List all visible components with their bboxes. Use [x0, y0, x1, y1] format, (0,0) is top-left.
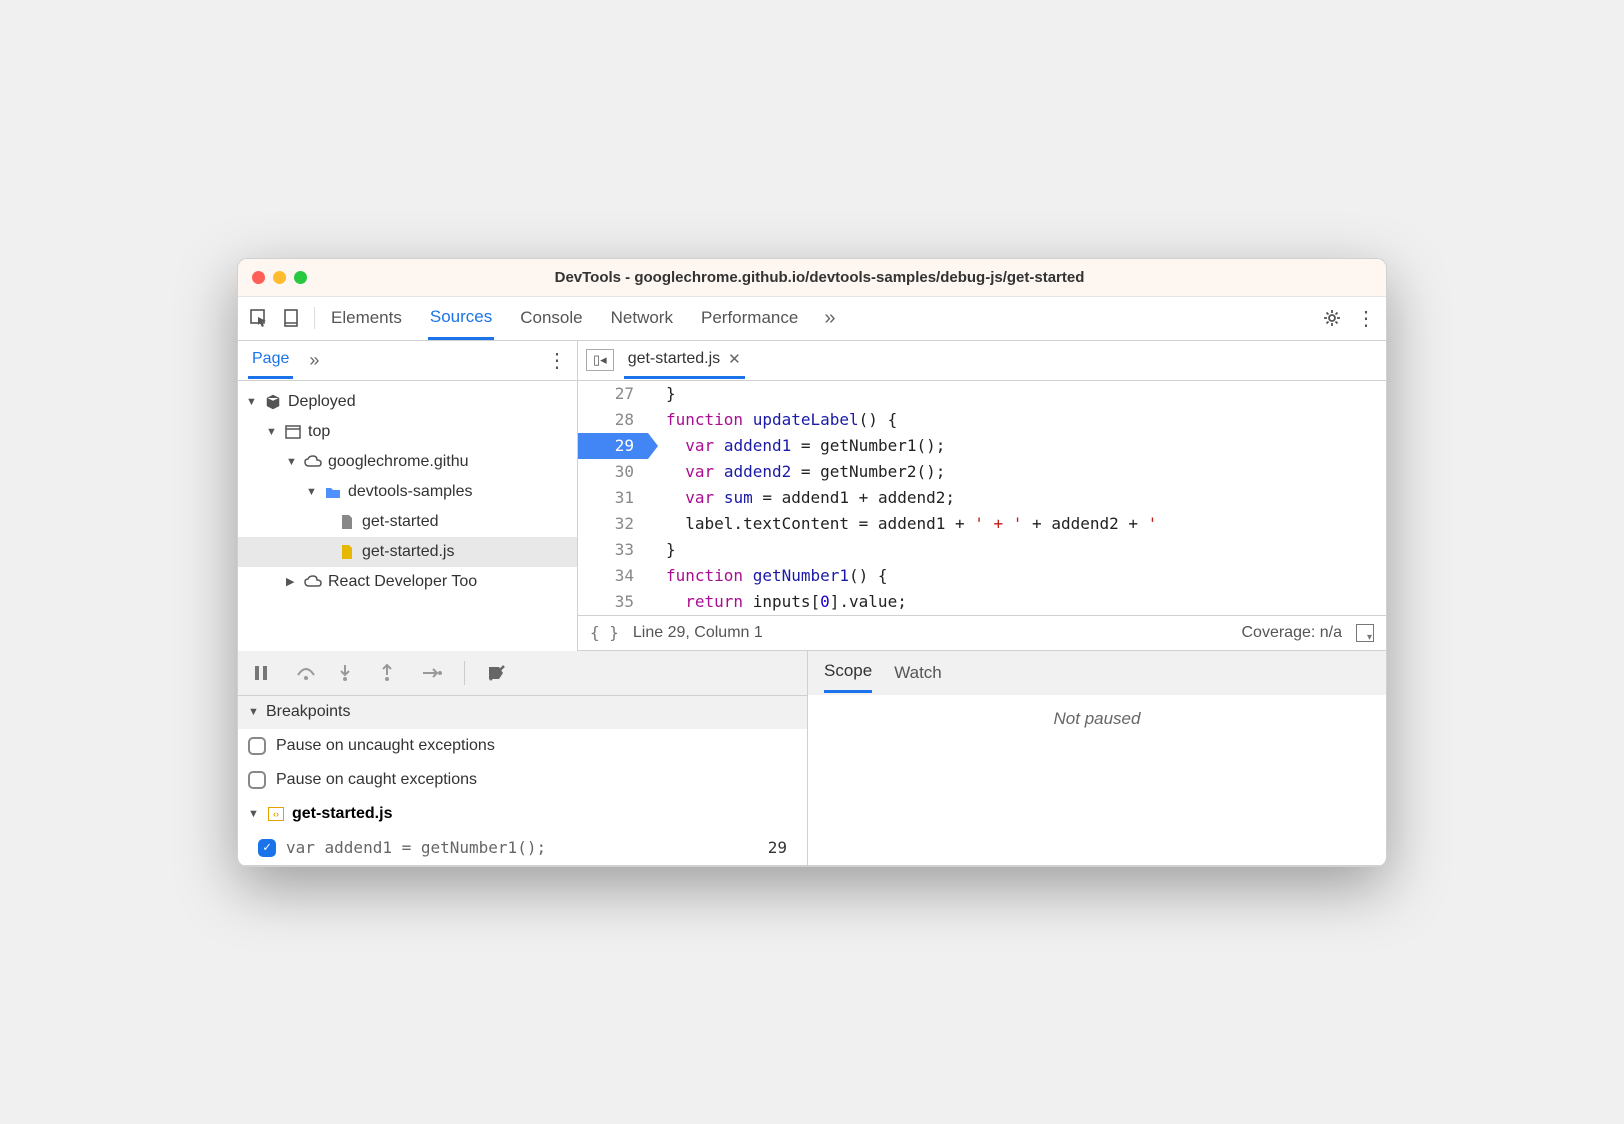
- tab-console[interactable]: Console: [518, 298, 584, 338]
- tree-folder[interactable]: ▼ devtools-samples: [238, 477, 577, 507]
- kebab-menu-icon[interactable]: ⋮: [1356, 306, 1376, 331]
- tab-network[interactable]: Network: [609, 298, 675, 338]
- file-tree: ▼ Deployed ▼ top ▼ googlechrome.githu ▼: [238, 381, 577, 603]
- js-file-icon: [338, 544, 356, 560]
- tab-performance[interactable]: Performance: [699, 298, 800, 338]
- tree-deployed[interactable]: ▼ Deployed: [238, 387, 577, 417]
- step-icon[interactable]: [422, 666, 442, 680]
- checkbox-unchecked[interactable]: [248, 771, 266, 789]
- devtools-window: DevTools - googlechrome.github.io/devtoo…: [237, 258, 1387, 867]
- scope-tab[interactable]: Scope: [824, 652, 872, 693]
- tree-origin[interactable]: ▼ googlechrome.githu: [238, 447, 577, 477]
- frame-icon: [284, 425, 302, 439]
- debugger-pane: ▼ Breakpoints Pause on uncaught exceptio…: [238, 651, 1386, 866]
- cube-icon: [264, 394, 282, 410]
- minimize-window-button[interactable]: [273, 271, 286, 284]
- file-tab[interactable]: get-started.js ✕: [624, 342, 745, 379]
- maximize-window-button[interactable]: [294, 271, 307, 284]
- editor-statusbar: { } Line 29, Column 1 Coverage: n/a: [578, 615, 1386, 651]
- inspect-element-icon[interactable]: [248, 307, 270, 329]
- more-tabs-icon[interactable]: »: [824, 307, 835, 330]
- more-navigator-tabs-icon[interactable]: »: [309, 350, 319, 371]
- navigator-sidebar: Page » ⋮ ▼ Deployed ▼ top ▼ goog: [238, 341, 578, 651]
- tab-elements[interactable]: Elements: [329, 298, 404, 338]
- breakpoint-file-row[interactable]: ▼ ‹› get-started.js: [238, 797, 807, 831]
- cloud-icon: [304, 455, 322, 469]
- page-tab[interactable]: Page: [248, 342, 293, 379]
- scope-watch-tabs: Scope Watch: [808, 651, 1386, 695]
- script-icon: ‹›: [268, 807, 284, 821]
- coverage-label: Coverage: n/a: [1241, 624, 1342, 642]
- window-controls: [252, 271, 307, 284]
- file-tab-name: get-started.js: [628, 350, 720, 368]
- device-toggle-icon[interactable]: [280, 307, 302, 329]
- folder-icon: [324, 485, 342, 499]
- navigator-menu-icon[interactable]: ⋮: [547, 348, 567, 373]
- coverage-toggle-icon[interactable]: [1356, 624, 1374, 642]
- checkbox-unchecked[interactable]: [248, 737, 266, 755]
- tree-top[interactable]: ▼ top: [238, 417, 577, 447]
- editor-pane: ▯◂ get-started.js ✕ 272829303132333435 }…: [578, 341, 1386, 651]
- not-paused-message: Not paused: [808, 695, 1386, 743]
- checkbox-checked[interactable]: ✓: [258, 839, 276, 857]
- breakpoint-entry[interactable]: ✓ var addend1 = getNumber1(); 29: [238, 831, 807, 865]
- pause-caught-row[interactable]: Pause on caught exceptions: [238, 763, 807, 797]
- cloud-icon: [304, 575, 322, 589]
- pause-uncaught-row[interactable]: Pause on uncaught exceptions: [238, 729, 807, 763]
- toggle-navigator-icon[interactable]: ▯◂: [586, 349, 614, 371]
- step-into-icon[interactable]: [338, 664, 358, 682]
- settings-icon[interactable]: [1322, 308, 1342, 328]
- step-over-icon[interactable]: [296, 665, 316, 681]
- breakpoints-section[interactable]: ▼ Breakpoints: [238, 695, 807, 729]
- titlebar: DevTools - googlechrome.github.io/devtoo…: [238, 259, 1386, 297]
- tree-file-js[interactable]: get-started.js: [238, 537, 577, 567]
- cursor-position: Line 29, Column 1: [633, 624, 763, 642]
- pause-icon[interactable]: [254, 665, 274, 681]
- window-title: DevTools - googlechrome.github.io/devtoo…: [307, 269, 1372, 286]
- tab-sources[interactable]: Sources: [428, 297, 494, 340]
- document-icon: [338, 514, 356, 530]
- tree-react-devtools[interactable]: ▶ React Developer Too: [238, 567, 577, 597]
- panel-tabs: Elements Sources Console Network Perform…: [329, 297, 1322, 340]
- close-window-button[interactable]: [252, 271, 265, 284]
- debug-controls: [238, 651, 807, 695]
- pretty-print-icon[interactable]: { }: [590, 623, 619, 642]
- step-out-icon[interactable]: [380, 664, 400, 682]
- watch-tab[interactable]: Watch: [894, 663, 942, 683]
- deactivate-breakpoints-icon[interactable]: [487, 664, 507, 682]
- close-tab-icon[interactable]: ✕: [728, 350, 741, 368]
- tree-file-html[interactable]: get-started: [238, 507, 577, 537]
- code-editor[interactable]: 272829303132333435 }function updateLabel…: [578, 381, 1386, 615]
- main-toolbar: Elements Sources Console Network Perform…: [238, 297, 1386, 341]
